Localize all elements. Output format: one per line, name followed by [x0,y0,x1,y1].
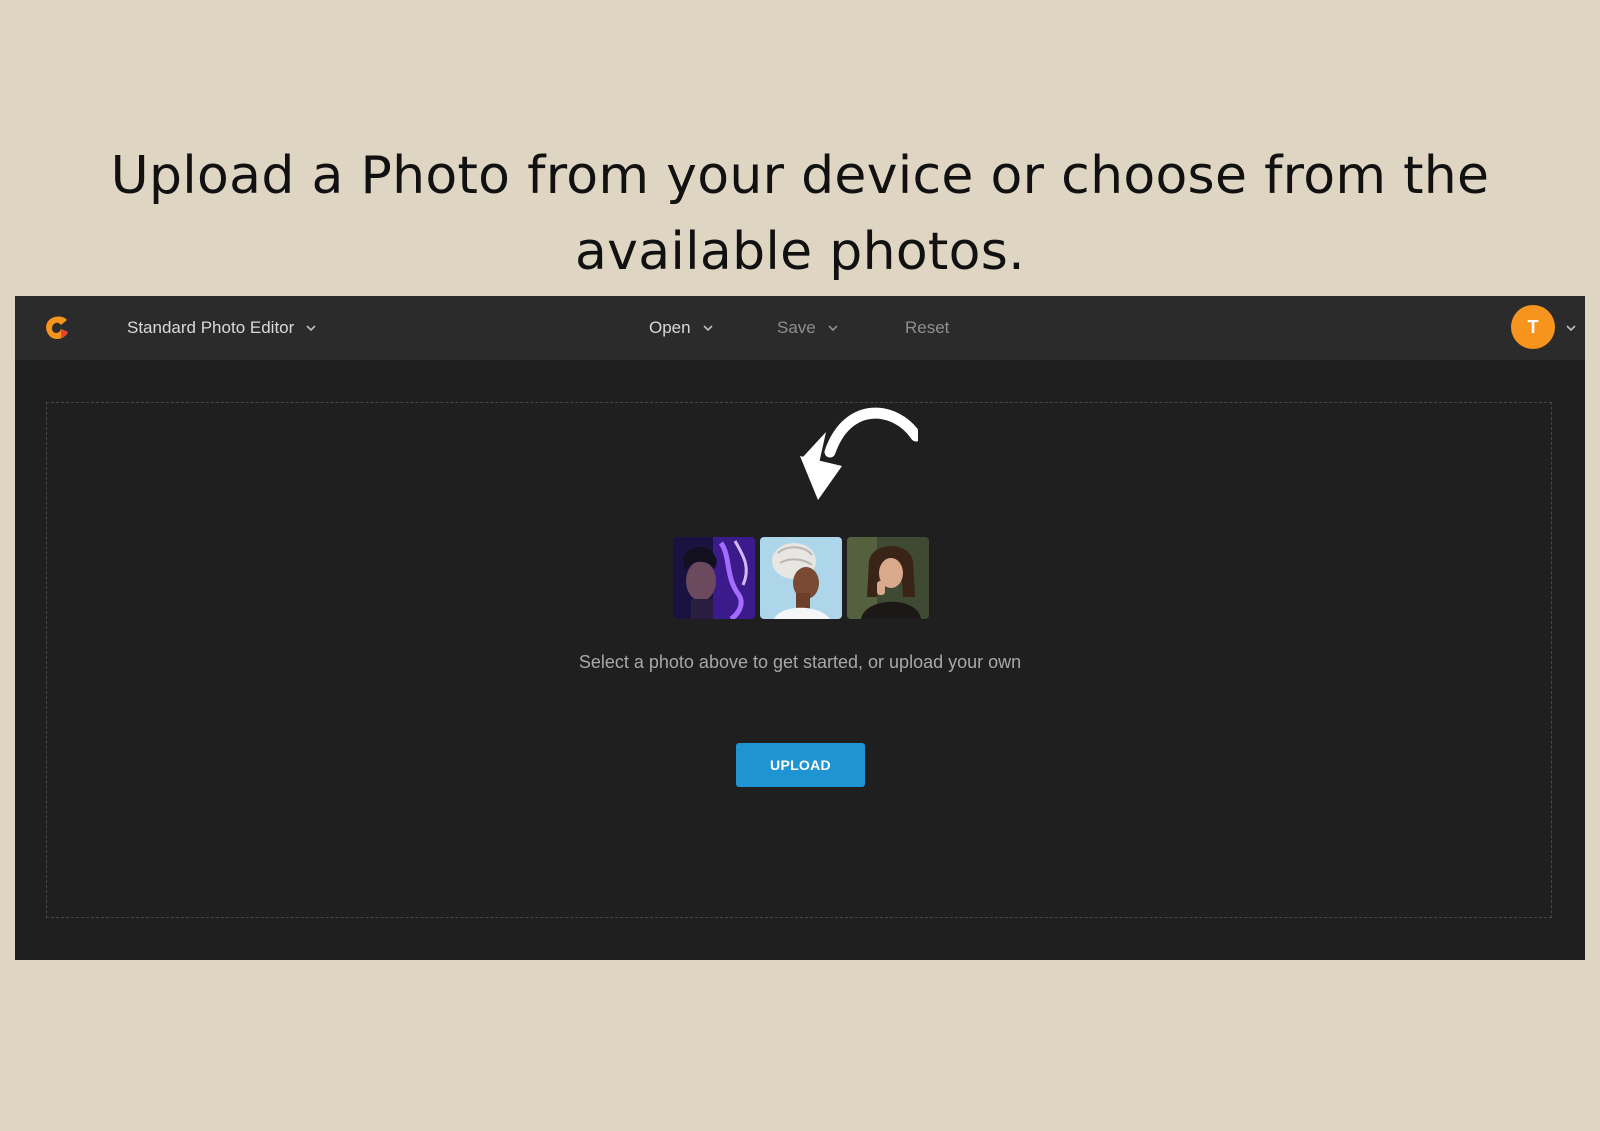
upload-button[interactable]: UPLOAD [736,743,865,787]
chevron-down-icon [826,321,840,335]
reset-button[interactable]: Reset [905,316,949,340]
open-menu-label: Open [649,318,691,337]
instruction-headline: Upload a Photo from your device or choos… [0,138,1600,290]
sample-photos [673,537,929,619]
account-chevron-down-icon[interactable] [1564,321,1578,335]
top-bar: Standard Photo Editor Open Save Reset T [15,296,1585,360]
user-avatar[interactable]: T [1511,305,1555,349]
curved-arrow-icon [800,407,918,500]
avatar-initial: T [1527,316,1539,337]
app-logo-icon[interactable] [41,312,73,344]
headline-line-2: available photos. [575,222,1025,282]
sample-photo-2[interactable] [760,537,842,619]
editor-mode-dropdown[interactable]: Standard Photo Editor [127,316,318,340]
save-menu[interactable]: Save [777,316,840,340]
chevron-down-icon [701,321,715,335]
chevron-down-icon [304,321,318,335]
open-menu[interactable]: Open [649,316,715,340]
save-menu-label: Save [777,318,816,337]
editor-mode-label: Standard Photo Editor [127,318,295,337]
photo-editor-window: Standard Photo Editor Open Save Reset T [15,296,1585,960]
sample-photo-3[interactable] [847,537,929,619]
sample-photo-1[interactable] [673,537,755,619]
headline-line-1: Upload a Photo from your device or choos… [110,146,1490,206]
reset-label: Reset [905,318,950,337]
upload-hint-text: Select a photo above to get started, or … [578,652,1022,672]
